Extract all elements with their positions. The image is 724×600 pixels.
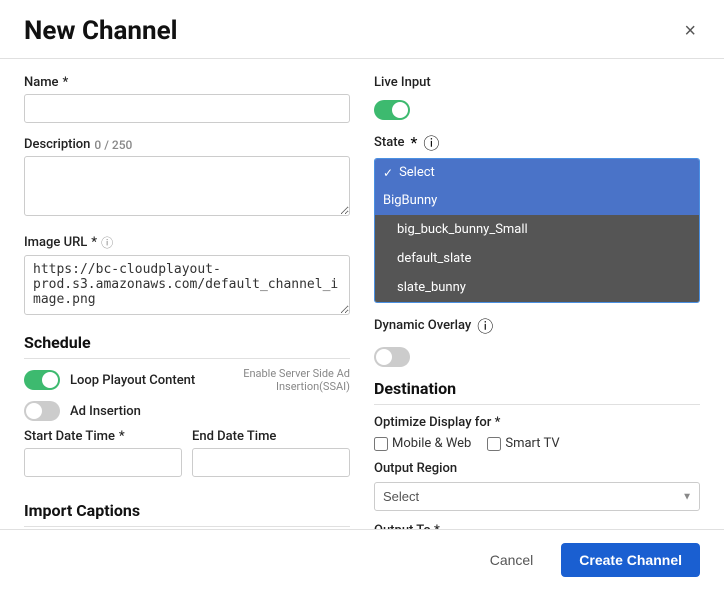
ssai-label: Enable Server Side Ad Insertion(SSAI): [205, 367, 350, 393]
dynamic-overlay-toggle[interactable]: [374, 347, 410, 367]
state-info-icon[interactable]: ⓘ: [423, 130, 439, 154]
modal-header: New Channel ×: [0, 0, 724, 59]
right-column: Live Input State * ⓘ ✓ Select: [374, 75, 700, 513]
new-channel-modal: New Channel × Name * Description: [0, 0, 724, 600]
modal-footer: Cancel Create Channel: [0, 529, 724, 589]
image-url-label: Image URL * ⓘ: [24, 234, 350, 251]
ad-insertion-label: Ad Insertion: [70, 404, 141, 419]
image-url-input[interactable]: https://bc-cloudplayout-prod.s3.amazonaw…: [24, 255, 350, 315]
loop-ssai-row: Loop Playout Content Enable Server Side …: [24, 367, 350, 393]
optimize-checkbox-row: Mobile & Web Smart TV: [374, 436, 700, 451]
dropdown-item-bigbunny[interactable]: BigBunny: [375, 186, 699, 215]
start-date-group: Start Date Time *: [24, 429, 182, 477]
loop-label: Loop Playout Content: [70, 373, 195, 388]
mobile-web-option: Mobile & Web: [374, 436, 471, 451]
end-date-label: End Date Time: [192, 429, 350, 444]
create-channel-button[interactable]: Create Channel: [561, 543, 700, 577]
date-row: Start Date Time * End Date Time: [24, 429, 350, 491]
dropdown-item-defaultslate[interactable]: default_slate: [375, 244, 699, 273]
output-to-label: Output To *: [374, 523, 700, 529]
live-input-row: Live Input: [374, 75, 700, 90]
output-region-label: Output Region: [374, 461, 700, 476]
loop-toggle[interactable]: [24, 370, 60, 390]
description-label: Description 0 / 250: [24, 137, 350, 152]
state-row: State * ⓘ: [374, 130, 700, 154]
mobile-web-checkbox[interactable]: [374, 437, 388, 451]
output-region-select-wrapper: Select: [374, 482, 700, 511]
char-count: 0 / 250: [94, 138, 132, 152]
modal-title: New Channel: [24, 16, 178, 46]
smart-tv-label: Smart TV: [505, 436, 559, 451]
import-captions-section-title: Import Captions: [24, 501, 350, 527]
name-input[interactable]: [24, 94, 350, 123]
dynamic-overlay-label: Dynamic Overlay: [374, 318, 471, 333]
live-input-toggle[interactable]: [374, 100, 410, 120]
smart-tv-checkbox[interactable]: [487, 437, 501, 451]
dropdown-selected-item[interactable]: ✓ Select: [375, 159, 699, 186]
description-input[interactable]: [24, 156, 350, 216]
check-icon: ✓: [383, 166, 393, 180]
dropdown-item-slatebunny[interactable]: slate_bunny: [375, 273, 699, 302]
state-label: State: [374, 135, 405, 150]
output-region-select[interactable]: Select: [374, 482, 700, 511]
destination-title: Destination: [374, 379, 700, 405]
ad-insertion-row: Ad Insertion: [24, 401, 350, 421]
image-url-info-icon[interactable]: ⓘ: [101, 234, 113, 251]
state-dropdown[interactable]: ✓ Select BigBunny big_buck_bunny_Small d…: [374, 158, 700, 303]
end-date-input[interactable]: [192, 448, 350, 477]
name-label: Name *: [24, 75, 350, 90]
modal-body: Name * Description 0 / 250 Im: [0, 59, 724, 529]
cancel-button[interactable]: Cancel: [474, 544, 550, 576]
schedule-section-title: Schedule: [24, 333, 350, 359]
left-column: Name * Description 0 / 250 Im: [24, 75, 350, 513]
state-dropdown-open: ✓ Select BigBunny big_buck_bunny_Small d…: [374, 158, 700, 303]
description-field-group: Description 0 / 250: [24, 137, 350, 220]
dropdown-item-bigbucksmall[interactable]: big_buck_bunny_Small: [375, 215, 699, 244]
mobile-web-label: Mobile & Web: [392, 436, 471, 451]
ad-insertion-toggle[interactable]: [24, 401, 60, 421]
dynamic-overlay-info-icon[interactable]: ⓘ: [477, 313, 493, 337]
close-button[interactable]: ×: [680, 17, 700, 45]
start-date-input[interactable]: [24, 448, 182, 477]
image-url-field-group: Image URL * ⓘ https://bc-cloudplayout-pr…: [24, 234, 350, 319]
start-date-label: Start Date Time *: [24, 429, 182, 444]
optimize-label: Optimize Display for *: [374, 415, 700, 430]
dynamic-overlay-row: Dynamic Overlay ⓘ: [374, 313, 700, 337]
live-input-label: Live Input: [374, 75, 431, 90]
dropdown-list: BigBunny big_buck_bunny_Small default_sl…: [375, 186, 699, 302]
name-field-group: Name *: [24, 75, 350, 123]
end-date-group: End Date Time: [192, 429, 350, 477]
smart-tv-option: Smart TV: [487, 436, 559, 451]
